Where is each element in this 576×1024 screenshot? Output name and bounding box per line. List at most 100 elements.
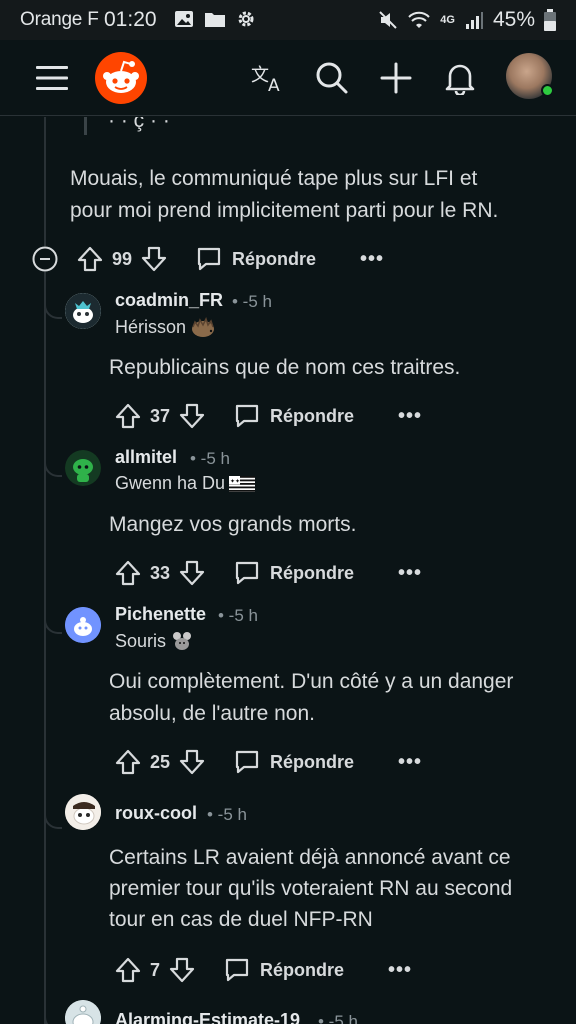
network-type: 4G: [440, 14, 455, 26]
reply-button[interactable]: Répondre: [234, 749, 354, 775]
username[interactable]: allmitel: [115, 447, 177, 468]
comment-actions: 33 Répondre •••: [114, 555, 422, 591]
image-icon: [175, 11, 193, 27]
reddit-logo[interactable]: [95, 52, 147, 104]
user-flair: Hérisson: [115, 316, 216, 338]
translate-icon: 文 A: [251, 65, 280, 93]
battery-percent: 45%: [492, 8, 535, 31]
menu-button[interactable]: [30, 56, 74, 100]
app-header: 文 A: [0, 40, 576, 116]
reply-button[interactable]: Répondre: [234, 403, 354, 429]
vote-count: 37: [150, 405, 171, 426]
comments-thread[interactable]: · · ç · · Mouais, le communiqué tape plu…: [0, 117, 576, 1024]
breton-flag-icon: ✦✦: [229, 475, 256, 492]
bell-icon: [445, 64, 475, 95]
create-post-button[interactable]: [374, 56, 418, 100]
system-icons: 4G 45%: [378, 8, 556, 32]
user-avatar[interactable]: [506, 53, 554, 99]
reply-label: Répondre: [270, 405, 355, 426]
downvote-icon[interactable]: [178, 748, 206, 776]
more-options-button[interactable]: •••: [398, 751, 422, 774]
reply-button[interactable]: Répondre: [196, 246, 316, 272]
username[interactable]: Alarming-Estimate-19: [115, 1010, 300, 1024]
reply-button[interactable]: Répondre: [234, 560, 354, 586]
downvote-icon[interactable]: [178, 559, 206, 587]
comment-body-line: tour en cas de duel NFP-RN: [109, 908, 373, 931]
avatar[interactable]: [65, 794, 101, 830]
snoo-avatar-icon: [65, 794, 101, 830]
downvote-icon[interactable]: [168, 956, 196, 984]
comment-body-line: absolu, de l'autre non.: [109, 702, 315, 725]
svg-text:文: 文: [251, 65, 269, 86]
reply-label: Répondre: [270, 562, 355, 583]
username[interactable]: coadmin_FR: [115, 290, 223, 311]
plus-icon: [380, 62, 412, 94]
comment-icon: [235, 404, 259, 428]
user-flair: Gwenn ha Du ✦✦: [115, 473, 256, 494]
avatar[interactable]: [65, 1000, 101, 1024]
username[interactable]: roux-cool: [115, 803, 197, 824]
snoo-avatar-icon: [65, 450, 101, 486]
search-button[interactable]: [310, 56, 354, 100]
comment-icon: [235, 750, 259, 774]
comment-body-line: pour moi prend implicitement parti pour …: [70, 199, 499, 222]
carrier-name: Orange F: [20, 9, 99, 30]
collapse-button[interactable]: [32, 246, 58, 272]
comment-actions: 25 Répondre •••: [114, 744, 422, 780]
comment-body-line: Oui complètement. D'un côté y a un dange…: [109, 670, 514, 693]
vote-count: 7: [150, 959, 161, 980]
collapse-icon: [32, 246, 58, 272]
comment-actions: 7 Répondre •••: [114, 952, 412, 988]
more-options-button[interactable]: •••: [388, 959, 412, 982]
comment-time: • -5 h: [207, 805, 247, 824]
thread-connector: [44, 781, 62, 829]
more-options-button[interactable]: •••: [398, 562, 422, 585]
comment-body-line: Mouais, le communiqué tape plus sur LFI …: [70, 167, 478, 190]
reply-label: Répondre: [270, 751, 355, 772]
user-flair: Souris: [115, 630, 194, 652]
svg-text:✦✦: ✦✦: [230, 478, 240, 485]
avatar[interactable]: [65, 450, 101, 486]
svg-text:A: A: [268, 76, 280, 93]
comment-actions: 37 Répondre •••: [114, 398, 422, 434]
snoo-avatar-icon: [65, 607, 101, 643]
notification-icons: [174, 9, 256, 29]
mouse-icon: [173, 632, 192, 650]
thread-connector: [44, 277, 62, 319]
snoo-avatar-icon: [65, 1000, 101, 1024]
comment-time: • -5 h: [190, 449, 230, 468]
downvote-icon[interactable]: [140, 245, 168, 273]
thread-connector: [44, 592, 62, 634]
username[interactable]: Pichenette: [115, 604, 206, 625]
translate-button[interactable]: 文 A: [246, 56, 290, 100]
more-options-button[interactable]: •••: [360, 248, 384, 271]
mute-icon: [379, 11, 397, 29]
upvote-icon[interactable]: [114, 559, 142, 587]
more-options-button[interactable]: •••: [398, 405, 422, 428]
upvote-icon[interactable]: [76, 245, 104, 273]
reply-label: Répondre: [232, 248, 317, 269]
flair-text: Hérisson: [115, 316, 187, 337]
folder-icon: [205, 13, 225, 27]
upvote-icon[interactable]: [114, 748, 142, 776]
flair-text: Souris: [115, 630, 167, 651]
notifications-button[interactable]: [438, 56, 482, 100]
downvote-icon[interactable]: [178, 402, 206, 430]
reply-button[interactable]: Répondre: [224, 957, 344, 983]
vote-count: 25: [150, 751, 171, 772]
comment-body-line: premier tour qu'ils voteraient RN au sec…: [109, 877, 513, 900]
battery-icon: [544, 9, 556, 31]
flair-text: Gwenn ha Du: [115, 473, 226, 493]
search-icon: [316, 62, 348, 94]
comment-body-line: Republicains que de nom ces traitres.: [109, 356, 461, 379]
online-status-dot: [541, 84, 554, 97]
reply-label: Répondre: [260, 959, 345, 980]
comment-time: • -5 h: [318, 1012, 358, 1024]
snoo-avatar-icon: [65, 293, 101, 329]
avatar[interactable]: [65, 293, 101, 329]
comment-time: • -5 h: [218, 606, 258, 625]
comment-body-line: Mangez vos grands morts.: [109, 513, 357, 536]
upvote-icon[interactable]: [114, 956, 142, 984]
avatar[interactable]: [65, 607, 101, 643]
upvote-icon[interactable]: [114, 402, 142, 430]
